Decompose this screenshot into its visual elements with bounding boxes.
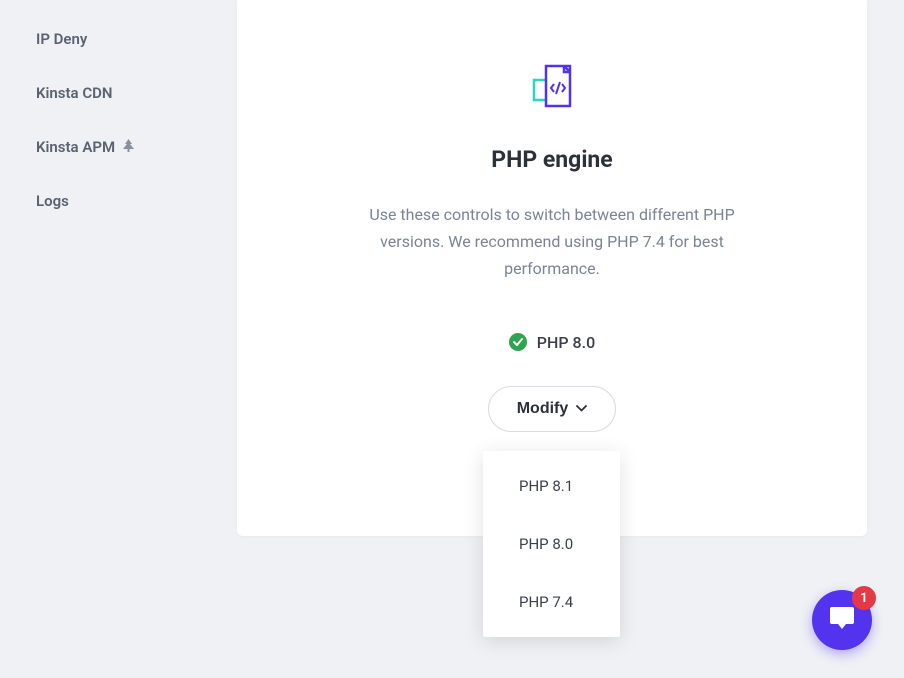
chat-launcher-button[interactable]: 1 bbox=[812, 590, 872, 650]
current-version-label: PHP 8.0 bbox=[537, 333, 595, 352]
tree-icon bbox=[123, 139, 134, 155]
chat-icon bbox=[827, 604, 857, 636]
check-circle-icon bbox=[509, 333, 527, 351]
dropdown-item-php-8-0[interactable]: PHP 8.0 bbox=[483, 515, 620, 573]
card-description: Use these controls to switch between dif… bbox=[342, 201, 762, 283]
modify-button[interactable]: Modify bbox=[488, 386, 617, 432]
php-version-dropdown: PHP 8.1 PHP 8.0 PHP 7.4 bbox=[483, 451, 620, 637]
modify-button-label: Modify bbox=[517, 400, 569, 418]
dropdown-item-php-8-1[interactable]: PHP 8.1 bbox=[483, 457, 620, 515]
sidebar-item-label: Kinsta CDN bbox=[36, 84, 113, 102]
current-version-status: PHP 8.0 bbox=[283, 333, 821, 352]
chat-badge: 1 bbox=[852, 586, 876, 610]
sidebar-item-label: Logs bbox=[36, 192, 69, 210]
sidebar-item-logs[interactable]: Logs bbox=[0, 174, 220, 228]
sidebar-item-label: IP Deny bbox=[36, 30, 87, 48]
chevron-down-icon bbox=[576, 405, 587, 412]
card-title: PHP engine bbox=[283, 146, 821, 173]
sidebar-item-kinsta-cdn[interactable]: Kinsta CDN bbox=[0, 66, 220, 120]
sidebar-item-label: Kinsta APM bbox=[36, 138, 115, 156]
dropdown-item-php-7-4[interactable]: PHP 7.4 bbox=[483, 573, 620, 631]
sidebar: IP Deny Kinsta CDN Kinsta APM Logs bbox=[0, 0, 220, 240]
sidebar-item-ip-deny[interactable]: IP Deny bbox=[0, 12, 220, 66]
php-file-icon bbox=[524, 60, 580, 116]
sidebar-item-kinsta-apm[interactable]: Kinsta APM bbox=[0, 120, 220, 174]
